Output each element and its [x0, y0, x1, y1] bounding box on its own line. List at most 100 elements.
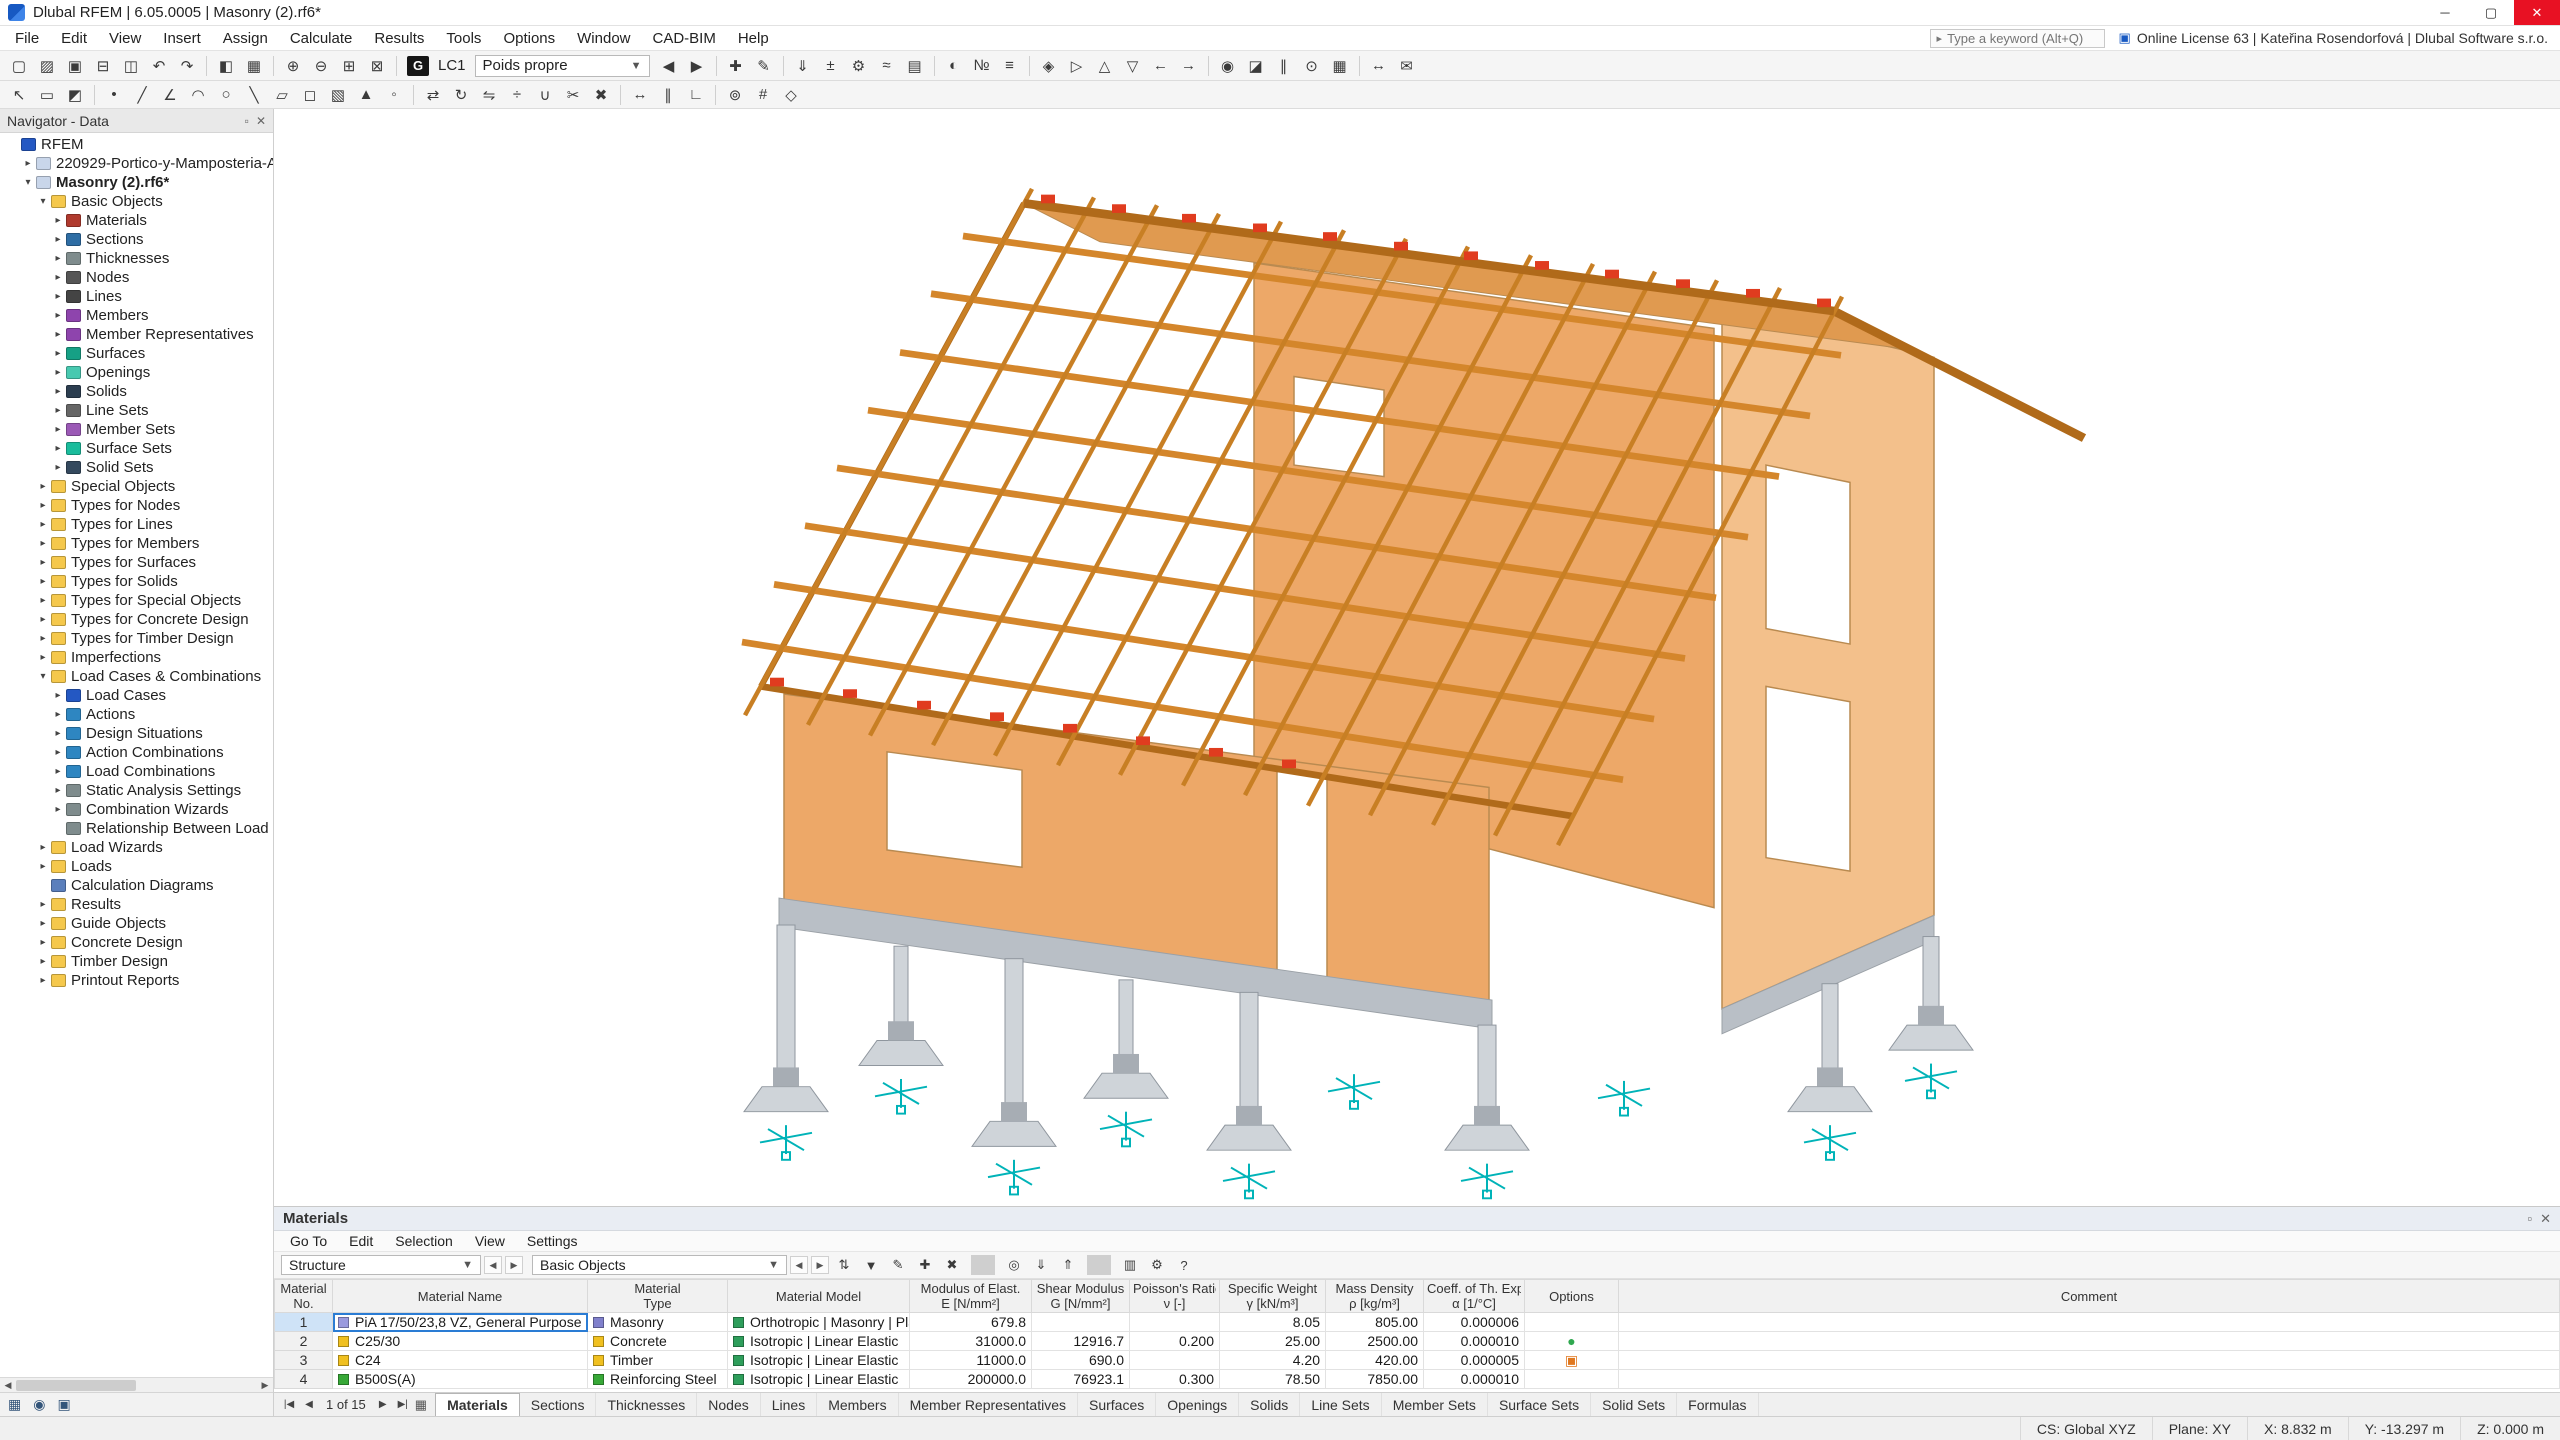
navigator-hscrollbar[interactable]: ◀ ▶	[0, 1377, 273, 1392]
new-material-icon[interactable]: ✚	[913, 1255, 937, 1275]
comment-cell[interactable]	[1619, 1370, 2560, 1389]
mass-density-value[interactable]: 2500.00	[1326, 1332, 1424, 1351]
new-polyline-icon[interactable]: ∠	[157, 83, 183, 107]
table-column-header[interactable]: Specific Weight γ [kN/m³]	[1220, 1280, 1326, 1313]
separator[interactable]	[94, 85, 95, 105]
tree-expander[interactable]: ▸	[51, 253, 65, 264]
tree-item[interactable]: ▸ Lines	[0, 287, 273, 306]
new-load-case-icon[interactable]: ✚	[723, 54, 749, 78]
tree-item[interactable]: Calculation Diagrams	[0, 876, 273, 895]
material-type-cell[interactable]: Reinforcing Steel	[588, 1370, 728, 1389]
tree-expander[interactable]: ▸	[51, 690, 65, 701]
material-number[interactable]: 4	[275, 1370, 333, 1389]
tree-item[interactable]: ▸ Types for Nodes	[0, 496, 273, 515]
options-cell[interactable]: ▣	[1525, 1351, 1619, 1370]
comment-cell[interactable]	[1619, 1313, 2560, 1332]
undo-icon[interactable]: ↶	[146, 54, 172, 78]
table-tab[interactable]: Thicknesses	[596, 1393, 697, 1416]
menu-item[interactable]: Tools	[435, 26, 492, 50]
menu-item[interactable]: Calculate	[279, 26, 364, 50]
grid-settings-icon[interactable]: #	[750, 83, 776, 107]
tree-expander[interactable]: ▸	[36, 899, 50, 910]
tree-item[interactable]: ▸ Imperfections	[0, 648, 273, 667]
tree-expander[interactable]: ▸	[51, 462, 65, 473]
prev-table-button[interactable]: ◀	[299, 1399, 319, 1410]
table-settings-icon[interactable]: ⚙	[1145, 1255, 1169, 1275]
tree-expander[interactable]: ▸	[51, 272, 65, 283]
tree-item[interactable]: ▸ Thicknesses	[0, 249, 273, 268]
tree-item[interactable]: RFEM	[0, 135, 273, 154]
tree-expander[interactable]: ▸	[36, 842, 50, 853]
snap-settings-icon[interactable]: ⊚	[722, 83, 748, 107]
table-column-header[interactable]: Modulus of Elast. E [N/mm²]	[910, 1280, 1032, 1313]
modulus-value[interactable]: 31000.0	[910, 1332, 1032, 1351]
new-opening-icon[interactable]: ◻	[297, 83, 323, 107]
scroll-thumb[interactable]	[16, 1380, 136, 1391]
new-support-icon[interactable]: ▲	[353, 83, 379, 107]
sync-selection-icon[interactable]: ⇅	[832, 1255, 856, 1275]
next-table-button[interactable]: ▶	[373, 1399, 393, 1410]
tree-item[interactable]: ▸ Materials	[0, 211, 273, 230]
tree-expander[interactable]: ▾	[21, 177, 35, 188]
new-circle-icon[interactable]: ○	[213, 83, 239, 107]
import-icon[interactable]: ⇓	[1029, 1255, 1053, 1275]
show-load-values-icon[interactable]: ±	[818, 54, 844, 78]
specific-weight-value[interactable]: 25.00	[1220, 1332, 1326, 1351]
tree-item[interactable]: ▸ Surfaces	[0, 344, 273, 363]
material-row[interactable]: 3 C24 Timber Isotropic | Linear Elastic	[275, 1351, 2560, 1370]
material-row[interactable]: 1 PiA 17/50/23,8 VZ, General Purpose Mor…	[275, 1313, 2560, 1332]
zoom-all-icon[interactable]: ⊠	[364, 54, 390, 78]
search-icon[interactable]: ◎	[1002, 1255, 1026, 1275]
next-view-icon[interactable]: →	[1176, 54, 1202, 78]
tree-item[interactable]: ▸ Types for Members	[0, 534, 273, 553]
new-surface-icon[interactable]: ▱	[269, 83, 295, 107]
table-tab[interactable]: Line Sets	[1300, 1393, 1381, 1416]
calculate-icon[interactable]: ⚙	[846, 54, 872, 78]
table-column-header[interactable]: Options	[1525, 1280, 1619, 1313]
tree-expander[interactable]: ▸	[51, 766, 65, 777]
table-manager-icon[interactable]: ▦	[241, 54, 267, 78]
tree-item[interactable]: ▸ 220929-Portico-y-Mamposteria-AISLADO_c…	[0, 154, 273, 173]
new-model-icon[interactable]: ▢	[6, 54, 32, 78]
select-pointer-icon[interactable]: ↖	[6, 83, 32, 107]
material-number[interactable]: 2	[275, 1332, 333, 1351]
tree-item[interactable]: ▸ Types for Lines	[0, 515, 273, 534]
separator[interactable]	[934, 56, 935, 76]
tree-item[interactable]: ▸ Actions	[0, 705, 273, 724]
separator[interactable]	[971, 1255, 995, 1275]
rotate-icon[interactable]: ↻	[448, 83, 474, 107]
tree-item[interactable]: ▸ Types for Solids	[0, 572, 273, 591]
table-tab[interactable]: Lines	[761, 1393, 817, 1416]
viewport-3d[interactable]	[274, 109, 2560, 1206]
tree-item[interactable]: ▸ Guide Objects	[0, 914, 273, 933]
material-type-cell[interactable]: Concrete	[588, 1332, 728, 1351]
material-row[interactable]: 2 C25/30 Concrete Isotropic | Linear Ela…	[275, 1332, 2560, 1351]
menu-item[interactable]: Insert	[152, 26, 212, 50]
tree-expander[interactable]: ▸	[51, 405, 65, 416]
float-panel-icon[interactable]: ▫	[245, 114, 249, 128]
delete-material-icon[interactable]: ✖	[940, 1255, 964, 1275]
separator[interactable]	[396, 56, 397, 76]
select-box-icon[interactable]: ▭	[34, 83, 60, 107]
tree-expander[interactable]: ▸	[36, 576, 50, 587]
combo-next-icon[interactable]: ▶	[505, 1256, 523, 1274]
select-special-icon[interactable]: ◩	[62, 83, 88, 107]
show-loads-icon[interactable]: ⇓	[790, 54, 816, 78]
tree-expander[interactable]: ▸	[36, 481, 50, 492]
table-column-header[interactable]: Material Type	[588, 1280, 728, 1313]
specific-weight-value[interactable]: 4.20	[1220, 1351, 1326, 1370]
panel-menu-item[interactable]: Edit	[338, 1233, 384, 1249]
specific-weight-value[interactable]: 8.05	[1220, 1313, 1326, 1332]
poisson-ratio-value[interactable]	[1130, 1313, 1220, 1332]
shear-modulus-value[interactable]: 690.0	[1032, 1351, 1130, 1370]
keyword-search[interactable]: ▸	[1930, 29, 2105, 48]
tree-item[interactable]: ▾ Load Cases & Combinations	[0, 667, 273, 686]
measure-icon[interactable]: ↔	[1366, 54, 1392, 78]
tree-item[interactable]: ▸ Design Situations	[0, 724, 273, 743]
separator[interactable]	[620, 85, 621, 105]
options-cell[interactable]	[1525, 1370, 1619, 1389]
table-tab[interactable]: Member Sets	[1382, 1393, 1488, 1416]
menu-item[interactable]: View	[98, 26, 152, 50]
tree-expander[interactable]: ▸	[51, 424, 65, 435]
tree-expander[interactable]: ▸	[36, 975, 50, 986]
